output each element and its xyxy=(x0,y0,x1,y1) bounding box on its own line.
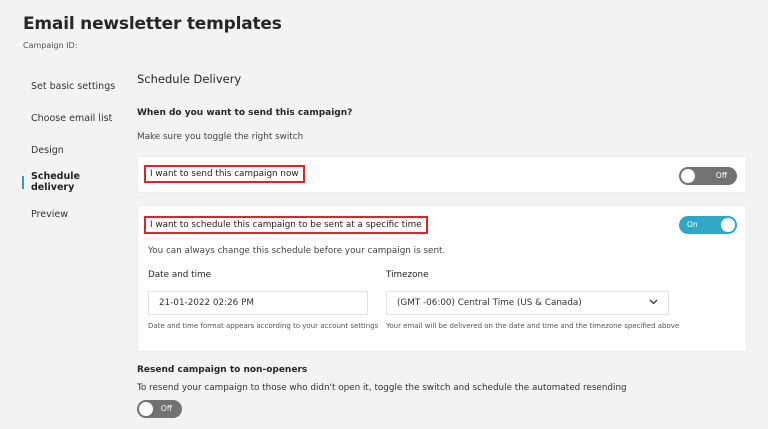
sidebar-item-label: Design xyxy=(31,144,64,156)
schedule-question: When do you want to send this campaign? xyxy=(137,108,353,118)
campaign-id-label: Campaign ID: xyxy=(23,41,78,50)
send-now-toggle[interactable]: Off xyxy=(679,167,737,185)
timezone-select[interactable]: (GMT -06:00) Central Time (US & Canada) xyxy=(386,291,669,315)
datetime-value: 21-01-2022 02:26 PM xyxy=(159,298,254,308)
schedule-note: You can always change this schedule befo… xyxy=(148,246,446,256)
datetime-help: Date and time format appears according t… xyxy=(148,322,379,330)
timezone-help: Your email will be delivered on the date… xyxy=(386,322,680,330)
timezone-value: (GMT -06:00) Central Time (US & Canada) xyxy=(397,298,582,308)
toggle-state-label: Off xyxy=(160,404,172,413)
send-now-label: I want to send this campaign now xyxy=(144,165,305,183)
toggle-knob xyxy=(681,169,695,183)
schedule-later-toggle[interactable]: On xyxy=(679,216,737,234)
sidebar-item-label: Preview xyxy=(31,208,68,220)
schedule-later-label: I want to schedule this campaign to be s… xyxy=(144,216,428,234)
sidebar-item-schedule-delivery[interactable]: Schedule delivery xyxy=(22,166,122,198)
sidebar-item-label: Choose email list xyxy=(31,112,113,124)
toggle-knob xyxy=(721,218,735,232)
chevron-down-icon xyxy=(649,298,658,308)
sidebar-item-design[interactable]: Design xyxy=(22,134,122,166)
toggle-knob xyxy=(139,402,153,416)
section-title: Schedule Delivery xyxy=(137,72,242,86)
resend-description: To resend your campaign to those who did… xyxy=(137,383,627,393)
sidebar-item-label: Set basic settings xyxy=(31,80,116,92)
sidebar-item-preview[interactable]: Preview xyxy=(22,198,122,230)
datetime-input[interactable]: 21-01-2022 02:26 PM xyxy=(148,291,368,315)
resend-title: Resend campaign to non-openers xyxy=(137,365,308,375)
sidebar-item-choose-email-list[interactable]: Choose email list xyxy=(22,102,122,134)
send-now-card: I want to send this campaign now Off xyxy=(137,156,747,193)
sidebar-item-set-basic-settings[interactable]: Set basic settings xyxy=(22,70,122,102)
resend-toggle[interactable]: Off xyxy=(137,400,182,418)
toggle-state-label: Off xyxy=(715,171,727,180)
sidebar-item-label: Schedule delivery xyxy=(31,171,80,193)
datetime-label: Date and time xyxy=(148,270,212,280)
toggle-state-label: On xyxy=(687,220,698,229)
page-title: Email newsletter templates xyxy=(23,14,282,34)
schedule-hint: Make sure you toggle the right switch xyxy=(137,132,304,142)
timezone-label: Timezone xyxy=(386,270,429,280)
sidebar: Set basic settings Choose email list Des… xyxy=(22,70,122,230)
schedule-later-card: I want to schedule this campaign to be s… xyxy=(137,205,747,352)
